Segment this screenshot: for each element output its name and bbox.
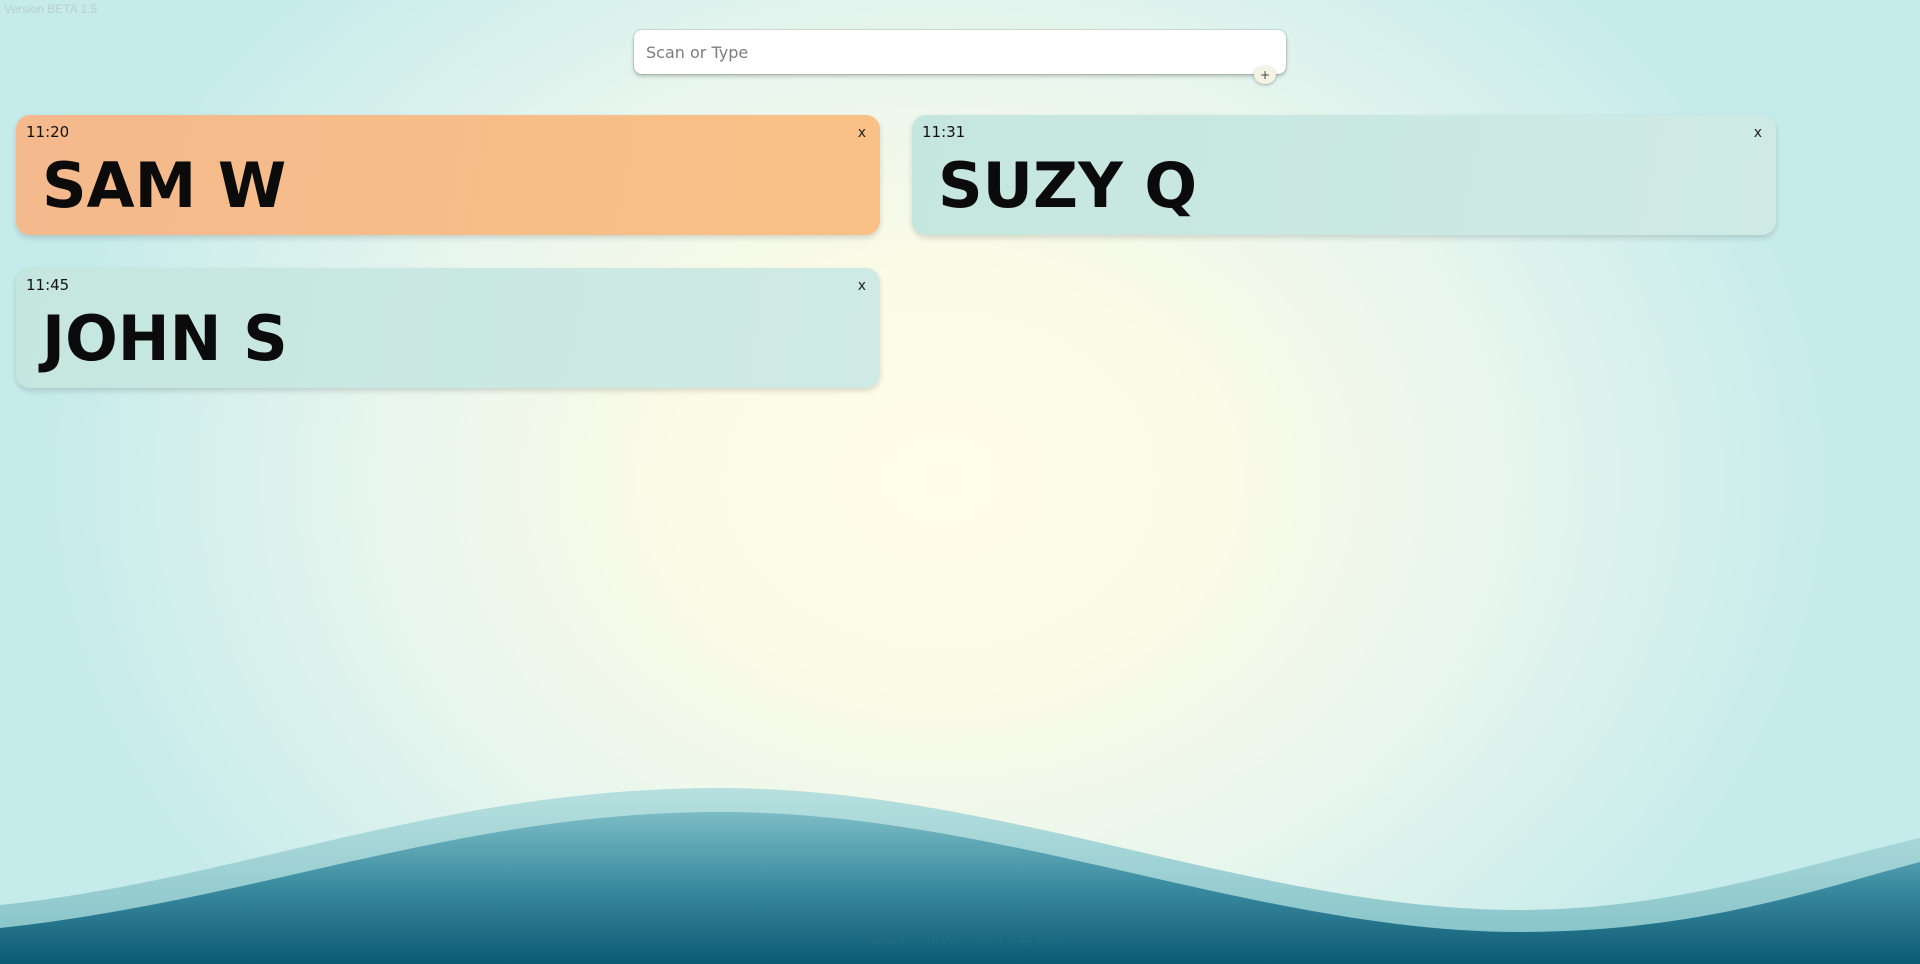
close-button[interactable]: x bbox=[858, 278, 866, 294]
order-card[interactable]: 11:31 x SUZY Q bbox=[912, 115, 1776, 235]
search-box bbox=[634, 30, 1286, 74]
close-button[interactable]: x bbox=[858, 125, 866, 141]
add-button[interactable]: + bbox=[1254, 66, 1276, 84]
card-time: 11:20 bbox=[26, 123, 70, 141]
footer-copyright: © 2023 Andrew Park Programs bbox=[856, 930, 1064, 947]
card-name: JOHN S bbox=[42, 302, 288, 375]
card-time: 11:31 bbox=[922, 123, 966, 141]
version-label: Version BETA 1.5 bbox=[4, 2, 98, 16]
card-name: SUZY Q bbox=[938, 149, 1198, 222]
order-card[interactable]: 11:20 x SAM W bbox=[16, 115, 880, 235]
card-time: 11:45 bbox=[26, 276, 70, 294]
close-button[interactable]: x bbox=[1754, 125, 1762, 141]
order-card[interactable]: 11:45 x JOHN S bbox=[16, 268, 880, 388]
card-name: SAM W bbox=[42, 149, 287, 222]
scan-input[interactable] bbox=[634, 30, 1286, 74]
